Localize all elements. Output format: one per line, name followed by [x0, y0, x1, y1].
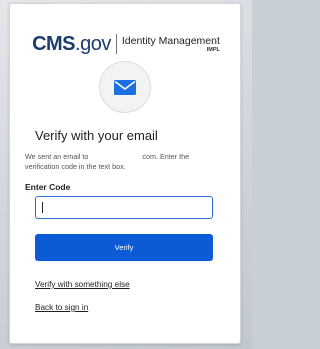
- environment-tag: IMPL: [206, 47, 220, 53]
- logo-divider: [115, 34, 117, 54]
- text-caret: [42, 202, 43, 213]
- back-to-sign-in-link[interactable]: Back to sign in: [35, 303, 88, 312]
- code-input[interactable]: [35, 196, 213, 219]
- code-label: Enter Code: [25, 182, 71, 192]
- verify-button[interactable]: Verify: [35, 234, 213, 261]
- page-title: Verify with your email: [35, 128, 158, 143]
- cms-logo: CMS.gov: [32, 33, 111, 55]
- verification-card: CMS.gov Identity Management IMPL Verify …: [9, 3, 241, 344]
- product-block: Identity Management IMPL: [122, 35, 220, 54]
- product-name: Identity Management: [121, 35, 220, 47]
- mail-icon: [114, 79, 136, 95]
- header-logo: CMS.gov Identity Management IMPL: [10, 34, 242, 54]
- mail-icon-badge: [99, 61, 151, 113]
- verification-message: We sent an email to com. Enter the verif…: [25, 152, 190, 171]
- verify-other-method-link[interactable]: Verify with something else: [35, 280, 130, 289]
